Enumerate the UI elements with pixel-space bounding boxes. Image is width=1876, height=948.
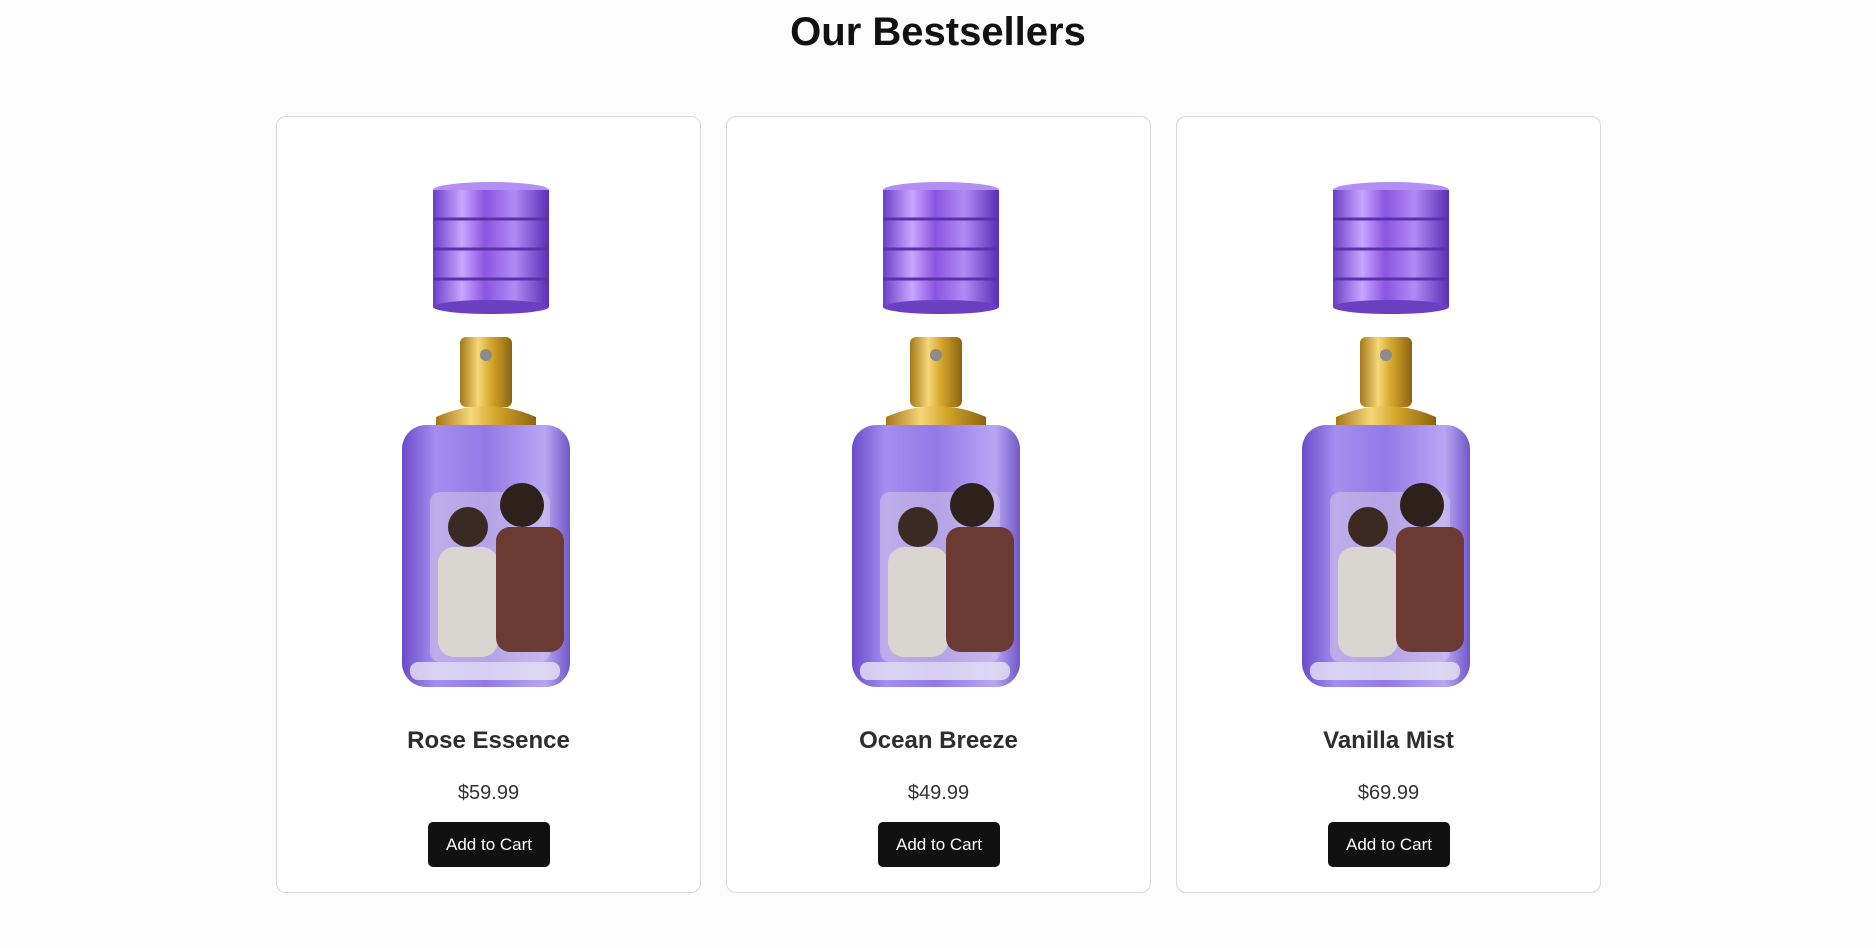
spray-nozzle	[1336, 337, 1436, 432]
bottle-body	[1302, 425, 1470, 687]
add-to-cart-button[interactable]: Add to Cart	[878, 822, 1000, 867]
bottle-body	[852, 425, 1020, 687]
perfume-bottle-image[interactable]	[1270, 167, 1510, 707]
product-name: Rose Essence	[407, 727, 570, 754]
spray-nozzle	[886, 337, 986, 432]
bottle-body	[402, 425, 570, 687]
product-name: Ocean Breeze	[859, 727, 1018, 754]
product-card: Vanilla Mist $69.99 Add to Cart	[1176, 116, 1601, 893]
product-price: $69.99	[1357, 782, 1420, 804]
product-price: $59.99	[457, 782, 520, 804]
product-grid: Rose Essence $59.99 Add to Cart Ocean Br…	[276, 116, 1601, 893]
bottle-cap	[883, 182, 999, 314]
add-to-cart-button[interactable]: Add to Cart	[428, 822, 550, 867]
add-to-cart-button[interactable]: Add to Cart	[1328, 822, 1450, 867]
perfume-bottle-image[interactable]	[370, 167, 610, 707]
product-card: Ocean Breeze $49.99 Add to Cart	[726, 116, 1151, 893]
product-name: Vanilla Mist	[1323, 727, 1454, 754]
bottle-cap	[1333, 182, 1449, 314]
perfume-bottle-image[interactable]	[820, 167, 1060, 707]
bottle-cap	[433, 182, 549, 314]
spray-nozzle	[436, 337, 536, 432]
product-price: $49.99	[907, 782, 970, 804]
page-title: Our Bestsellers	[790, 10, 1086, 54]
product-card: Rose Essence $59.99 Add to Cart	[276, 116, 701, 893]
